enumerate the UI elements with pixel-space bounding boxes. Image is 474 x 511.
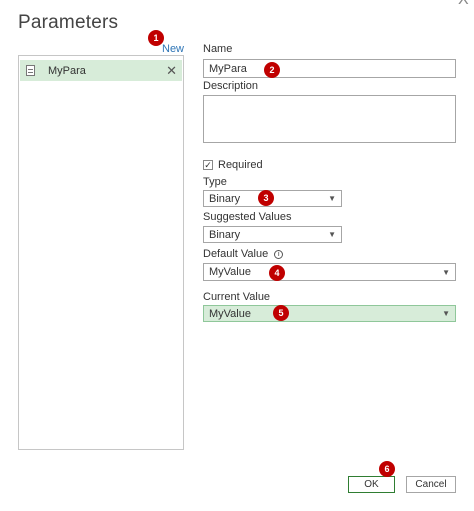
name-value: MyPara — [209, 62, 247, 75]
list-item[interactable]: MyPara ✕ — [20, 60, 182, 81]
chevron-down-icon: ▼ — [442, 309, 450, 318]
default-value-label: Default Value — [203, 248, 269, 260]
dialog-title: Parameters — [18, 12, 119, 33]
parameter-list: MyPara ✕ — [18, 55, 184, 450]
list-item-label: MyPara — [48, 64, 86, 77]
callout-badge-3: 3 — [258, 190, 274, 206]
name-label: Name — [203, 43, 233, 55]
type-label: Type — [203, 176, 227, 188]
required-checkbox[interactable]: ✓ — [203, 160, 213, 170]
description-label: Description — [203, 80, 259, 92]
chevron-down-icon: ▼ — [442, 267, 450, 277]
required-checkbox-row[interactable]: ✓ Required — [203, 159, 263, 171]
current-value-value: MyValue — [209, 307, 251, 320]
default-value-label-row: Default Value i — [203, 248, 284, 260]
suggested-values-value: Binary — [209, 228, 241, 241]
cancel-button[interactable]: Cancel — [406, 476, 456, 493]
callout-badge-1: 1 — [148, 30, 164, 46]
default-value-value: MyValue — [209, 266, 251, 278]
name-field[interactable]: MyPara — [203, 59, 456, 78]
delete-icon[interactable]: ✕ — [166, 63, 177, 79]
callout-badge-6: 6 — [379, 461, 395, 477]
suggested-values-label: Suggested Values — [203, 211, 292, 223]
type-value: Binary — [209, 192, 241, 205]
required-label: Required — [218, 159, 263, 171]
callout-badge-4: 4 — [269, 265, 285, 281]
description-field[interactable] — [203, 95, 456, 143]
current-value-dropdown[interactable]: MyValue ▼ — [203, 305, 456, 322]
chevron-down-icon: ▼ — [328, 194, 336, 203]
chevron-down-icon: ▼ — [328, 230, 336, 239]
suggested-values-dropdown[interactable]: Binary ▼ — [203, 226, 342, 243]
callout-badge-5: 5 — [273, 305, 289, 321]
parameter-icon — [26, 65, 35, 76]
current-value-label: Current Value — [203, 291, 271, 303]
new-parameter-link[interactable]: New — [162, 43, 184, 55]
ok-button[interactable]: OK — [348, 476, 395, 493]
callout-badge-2: 2 — [264, 62, 280, 78]
default-value-dropdown[interactable]: MyValue ▼ — [203, 263, 456, 281]
info-icon[interactable]: i — [274, 249, 284, 259]
close-icon[interactable]: X — [458, 0, 469, 8]
